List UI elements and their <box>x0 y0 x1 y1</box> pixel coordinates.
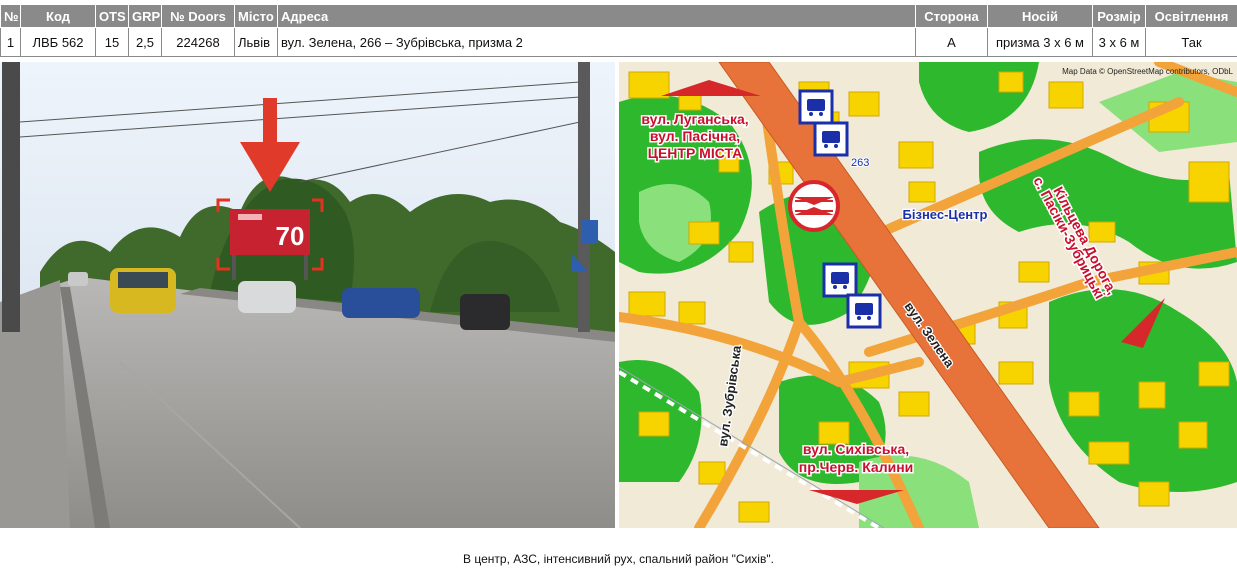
cell-side: А <box>915 27 988 57</box>
cell-carrier: призма 3 х 6 м <box>987 27 1093 57</box>
cell-doors: 224268 <box>161 27 235 57</box>
cell-lighting: Так <box>1145 27 1237 57</box>
billboard-location-marker-icon <box>788 180 840 232</box>
header-side: Сторона <box>915 4 988 28</box>
cell-city: Львів <box>234 27 278 57</box>
bus-stop-icon <box>822 262 858 298</box>
header-carrier: Носій <box>987 4 1093 28</box>
bus-stop-icon <box>846 293 882 329</box>
street-photo: 70 <box>0 62 615 528</box>
header-size: Розмір <box>1092 4 1146 28</box>
cell-ots: 15 <box>95 27 129 57</box>
header-lighting: Освітлення <box>1145 4 1237 28</box>
table-header-row: № Код OTS GRP № Doors Місто Адреса Сторо… <box>0 4 1237 28</box>
label-top-line2: вул. Пасічна, <box>650 128 740 144</box>
map-credit: Map Data © OpenStreetMap contributors, O… <box>1062 67 1233 76</box>
info-table: № Код OTS GRP № Doors Місто Адреса Сторо… <box>0 4 1237 57</box>
cell-size: 3 х 6 м <box>1092 27 1146 57</box>
header-code: Код <box>20 4 96 28</box>
caption: В центр, АЗС, інтенсивний рух, спальний … <box>463 552 774 566</box>
business-center-label: Бізнес-Центр <box>903 207 988 222</box>
table-row: 1 ЛВБ 562 15 2,5 224268 Львів вул. Зелен… <box>0 27 1237 57</box>
bus-stop-icon <box>798 89 834 125</box>
cell-number: 1 <box>0 27 21 57</box>
header-doors: № Doors <box>161 4 235 28</box>
location-map: Map Data © OpenStreetMap contributors, O… <box>619 62 1237 528</box>
header-address: Адреса <box>277 4 916 28</box>
header-city: Місто <box>234 4 278 28</box>
label-top-line1: вул. Луганська, <box>641 111 748 127</box>
header-ots: OTS <box>95 4 129 28</box>
header-grp: GRP <box>128 4 162 28</box>
bus-stop-icon <box>813 121 849 157</box>
cell-address: вул. Зелена, 266 – Зубрівська, призма 2 <box>277 27 916 57</box>
route-number: 263 <box>851 157 869 169</box>
cell-code: ЛВБ 562 <box>20 27 96 57</box>
label-bottom-line2: пр.Черв. Калини <box>799 459 914 475</box>
label-bottom-line1: вул. Сихівська, <box>803 441 909 457</box>
label-top-line3: ЦЕНТР МІСТА <box>648 145 743 161</box>
cell-grp: 2,5 <box>128 27 162 57</box>
billboard-text: 70 <box>276 221 305 251</box>
header-number: № <box>0 4 21 28</box>
